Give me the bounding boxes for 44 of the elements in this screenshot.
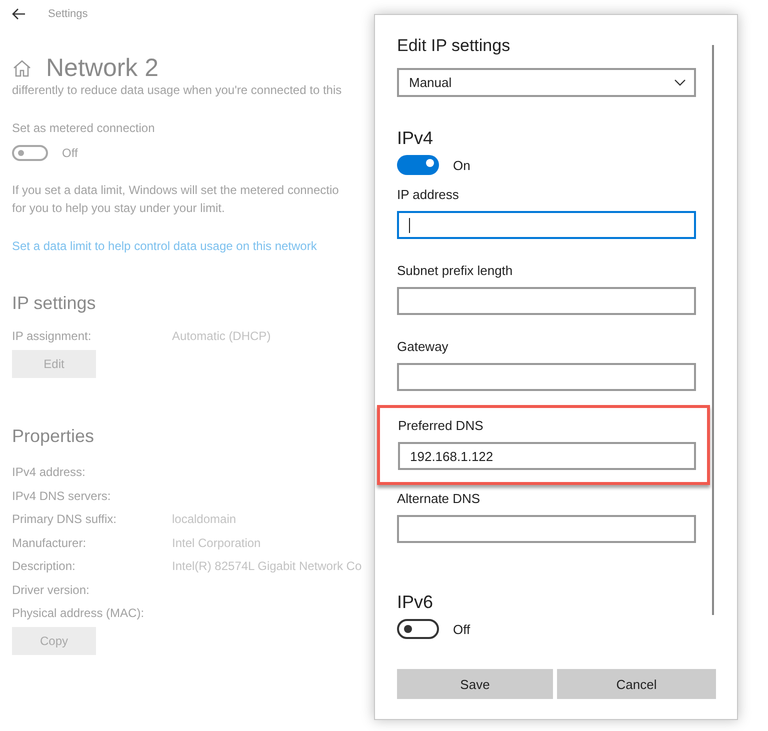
field-label: Preferred DNS [398, 418, 484, 434]
metered-label: Set as metered connection [12, 121, 156, 135]
property-label: Description: [12, 559, 76, 574]
metered-toggle[interactable] [12, 145, 48, 161]
input-field[interactable] [397, 363, 696, 391]
property-value: localdomain [172, 512, 236, 526]
property-label: IPv4 DNS servers: [12, 488, 112, 503]
app-title: Settings [48, 8, 88, 20]
ipv6-toggle[interactable] [397, 619, 439, 639]
ipv6-heading: IPv6 [397, 591, 434, 613]
back-icon[interactable] [12, 8, 26, 20]
mode-dropdown[interactable]: Manual [397, 68, 696, 97]
toggle-state: Off [62, 146, 78, 160]
input-field[interactable] [397, 287, 696, 315]
property-value: Intel Corporation [172, 536, 261, 550]
property-value: Automatic (DHCP) [172, 328, 271, 343]
dialog-title: Edit IP settings [397, 35, 512, 57]
toggle-state: Off [453, 622, 470, 636]
property-label: IPv4 address: [12, 465, 86, 480]
home-icon[interactable] [12, 59, 32, 77]
property-label: Physical address (MAC): [12, 606, 146, 620]
section-heading: IP settings [12, 293, 97, 314]
save-button[interactable]: Save [397, 669, 553, 699]
data-limit-note: If you set a data limit, Windows will set the metered connectio for you to help you stay under your limit. [12, 182, 340, 217]
ipv4-heading: IPv4 [397, 127, 434, 149]
chevron-down-icon [674, 79, 686, 86]
property-label: IP assignment: [12, 328, 92, 343]
cancel-button[interactable]: Cancel [557, 669, 716, 699]
input-field[interactable]: 192.168.1.122 [398, 442, 696, 470]
page-title: Network 2 [46, 53, 159, 83]
section-heading: Properties [12, 426, 96, 446]
intro-text: differently to reduce data usage when you're connected to this [12, 83, 343, 97]
field-label: IP address [397, 187, 460, 203]
property-value: Intel(R) 82574L Gigabit Network Co [172, 559, 362, 574]
input-field[interactable] [397, 515, 696, 543]
field-label: Subnet prefix length [397, 263, 514, 279]
ipv4-toggle[interactable] [397, 155, 439, 175]
field-label: Alternate DNS [397, 491, 482, 507]
field-label: Gateway [397, 339, 450, 355]
property-label: Driver version: [12, 582, 90, 597]
input-field[interactable] [397, 211, 696, 239]
property-label: Primary DNS suffix: [12, 512, 118, 526]
toggle-state: On [453, 158, 470, 172]
property-label: Manufacturer: [12, 536, 88, 550]
